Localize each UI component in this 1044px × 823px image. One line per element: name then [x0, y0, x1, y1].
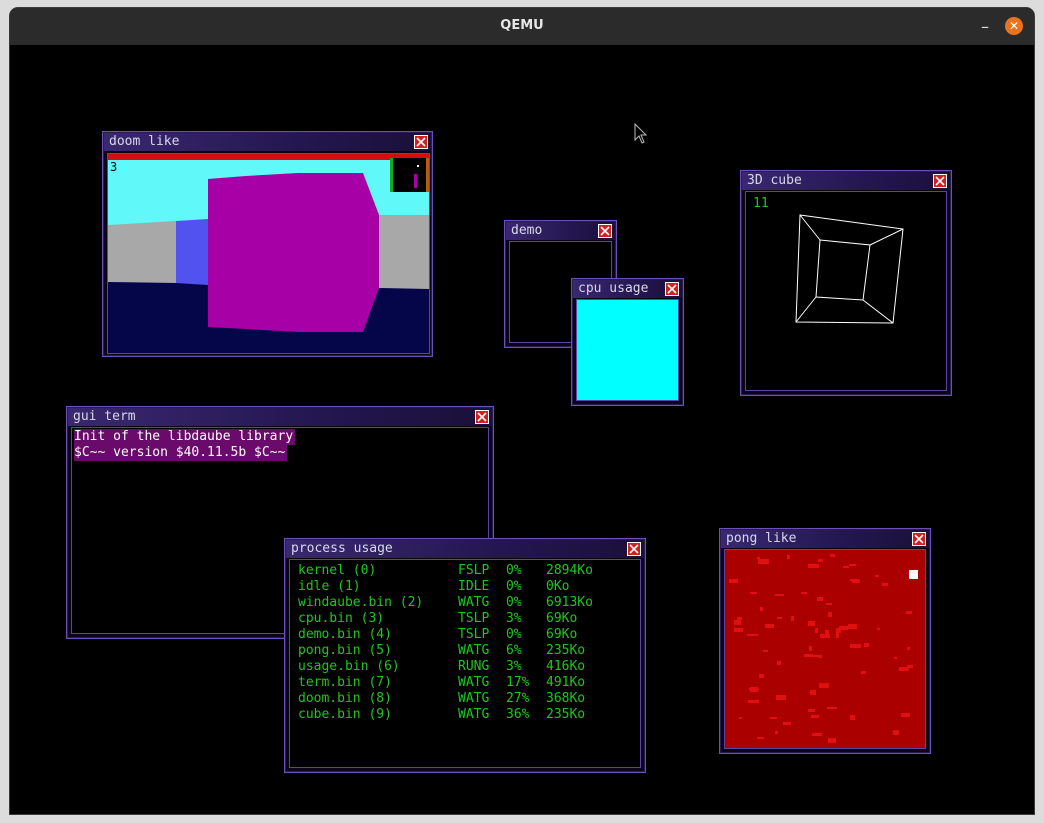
- process-state: RUNG: [458, 659, 490, 674]
- process-cpu: 3%: [506, 659, 522, 674]
- close-x-icon[interactable]: [598, 224, 612, 238]
- doom-scene: [108, 154, 429, 353]
- close-x-icon[interactable]: [414, 135, 428, 149]
- term-line: $C~~ version $40.11.5b $C~~: [74, 445, 288, 461]
- doom-window[interactable]: doom like 3: [102, 131, 433, 357]
- process-mem: 416Ko: [546, 659, 586, 674]
- process-state: FSLP: [458, 563, 490, 578]
- close-button[interactable]: ✕: [1005, 17, 1023, 35]
- doom-counter: 3: [110, 160, 118, 174]
- process-cpu: 0%: [506, 579, 522, 594]
- process-mem: 235Ko: [546, 643, 586, 658]
- process-name: demo.bin (4): [298, 627, 392, 642]
- process-mem: 368Ko: [546, 691, 586, 706]
- process-window-titlebar[interactable]: process usage: [286, 540, 644, 558]
- process-name: cube.bin (9): [298, 707, 392, 722]
- process-state: WATG: [458, 595, 490, 610]
- process-mem: 2894Ko: [546, 563, 593, 578]
- process-list: kernel (0) FSLP 0% 2894Ko idle (1) IDLE 0% 0Ko w…: [289, 559, 641, 768]
- process-cpu: 6%: [506, 643, 522, 658]
- close-x-icon[interactable]: [665, 282, 679, 296]
- cpu-window[interactable]: cpu usage: [571, 278, 684, 406]
- pong-texture: [729, 554, 913, 743]
- process-name: cpu.bin (3): [298, 611, 385, 626]
- wireframe-cube: [795, 214, 904, 324]
- window-title: doom like: [109, 134, 180, 149]
- term-window-titlebar[interactable]: gui term: [68, 408, 492, 426]
- close-x-icon[interactable]: [933, 174, 947, 188]
- close-x-icon[interactable]: [475, 410, 489, 424]
- close-x-icon[interactable]: [912, 532, 926, 546]
- cpu-window-titlebar[interactable]: cpu usage: [573, 280, 682, 298]
- process-cpu: 36%: [506, 707, 530, 722]
- process-name: kernel (0): [298, 563, 377, 578]
- process-name: idle (1): [298, 579, 361, 594]
- doom-viewport[interactable]: 3: [107, 153, 430, 354]
- process-mem: 0Ko: [546, 579, 570, 594]
- pong-ball: [909, 570, 918, 579]
- cpu-graph: [576, 299, 679, 401]
- process-state: WATG: [458, 707, 490, 722]
- process-name: windaube.bin (2): [298, 595, 424, 610]
- pong-window-titlebar[interactable]: pong like: [721, 530, 929, 548]
- process-cpu: 0%: [506, 627, 522, 642]
- process-cpu: 0%: [506, 595, 522, 610]
- process-cpu: 17%: [506, 675, 530, 690]
- process-state: TSLP: [458, 627, 490, 642]
- pong-field[interactable]: [724, 549, 926, 749]
- process-state: WATG: [458, 675, 490, 690]
- process-cpu: 0%: [506, 563, 522, 578]
- window-title: 3D cube: [747, 173, 802, 188]
- process-mem: 6913Ko: [546, 595, 593, 610]
- demo-window-titlebar[interactable]: demo: [506, 222, 615, 240]
- qemu-titlebar[interactable]: QEMU – ✕: [10, 8, 1034, 45]
- window-title: demo: [511, 223, 543, 238]
- guest-desktop[interactable]: doom like 3 demo cpu usage 3D cube 11 gu…: [11, 45, 1033, 814]
- qemu-window: QEMU – ✕ doom like 3 demo cpu usage 3D c…: [10, 8, 1034, 814]
- process-mem: 69Ko: [546, 611, 578, 626]
- process-mem: 235Ko: [546, 707, 586, 722]
- pong-window[interactable]: pong like: [719, 528, 931, 754]
- doom-window-titlebar[interactable]: doom like: [104, 133, 431, 151]
- process-state: WATG: [458, 643, 490, 658]
- process-name: doom.bin (8): [298, 691, 392, 706]
- window-title: process usage: [291, 541, 393, 556]
- process-state: IDLE: [458, 579, 490, 594]
- process-mem: 69Ko: [546, 627, 578, 642]
- term-line: Init of the libdaube library: [74, 429, 296, 445]
- process-name: term.bin (7): [298, 675, 392, 690]
- cube-window-titlebar[interactable]: 3D cube: [742, 172, 950, 190]
- arrow-cursor-icon: [634, 123, 648, 144]
- process-cpu: 3%: [506, 611, 522, 626]
- process-name: usage.bin (6): [298, 659, 400, 674]
- window-title: cpu usage: [578, 281, 649, 296]
- process-state: TSLP: [458, 611, 490, 626]
- qemu-title: QEMU: [500, 18, 544, 33]
- cube-window[interactable]: 3D cube 11: [740, 170, 952, 396]
- process-window[interactable]: process usage kernel (0) FSLP 0% 2894Ko idle…: [284, 538, 646, 773]
- close-x-icon[interactable]: [627, 542, 641, 556]
- minimize-button[interactable]: –: [974, 14, 996, 36]
- process-cpu: 27%: [506, 691, 530, 706]
- process-state: WATG: [458, 691, 490, 706]
- cube-canvas[interactable]: 11: [745, 191, 947, 391]
- process-mem: 491Ko: [546, 675, 586, 690]
- window-title: gui term: [73, 409, 136, 424]
- window-title: pong like: [726, 531, 797, 546]
- process-name: pong.bin (5): [298, 643, 392, 658]
